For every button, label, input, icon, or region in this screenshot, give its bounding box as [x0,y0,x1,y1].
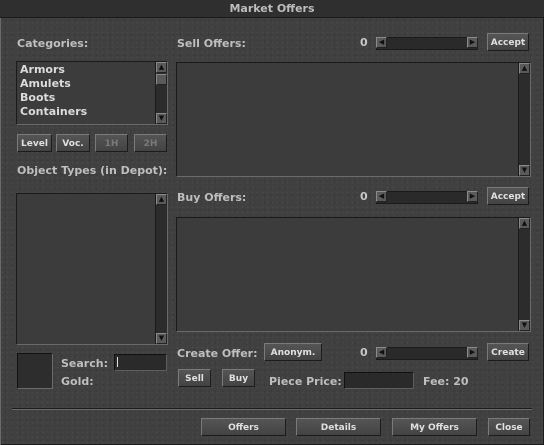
buy-offers-list[interactable]: ▲ ▼ [176,217,531,332]
selected-item-slot[interactable] [17,353,53,389]
slider-right-icon[interactable]: ▶ [467,347,478,358]
buy-amount: 0 [360,190,368,203]
slider-left-icon[interactable]: ◀ [376,347,387,358]
fee-text: Fee: 20 [423,375,469,388]
scroll-down-icon[interactable]: ▼ [519,320,530,331]
two-hand-filter-button[interactable]: 2H [134,134,167,152]
sell-amount-slider[interactable]: ◀ ▶ [376,37,478,50]
anonymous-button[interactable]: Anonym. [264,343,322,361]
search-label: Search: [61,357,108,370]
categories-list[interactable]: Armors Amulets Boots Containers ▲ ▼ [16,61,168,125]
scroll-down-icon[interactable]: ▼ [156,113,167,124]
scroll-up-icon[interactable]: ▲ [519,63,530,74]
buy-offers-label: Buy Offers: [177,191,247,204]
slider-right-icon[interactable]: ▶ [467,37,478,48]
object-types-list[interactable]: ▲ ▼ [16,193,168,345]
window-title[interactable]: Market Offers [0,0,544,18]
create-button[interactable]: Create [487,343,529,361]
category-item-boots[interactable]: Boots [20,91,55,104]
slider-left-icon[interactable]: ◀ [376,37,387,48]
level-filter-button[interactable]: Level [17,134,52,152]
category-item-containers[interactable]: Containers [20,105,87,118]
sell-offers-list[interactable]: ▲ ▼ [176,62,531,177]
buy-amount-slider[interactable]: ◀ ▶ [376,191,478,204]
categories-label: Categories: [17,37,89,50]
object-types-label: Object Types (in Depot): [17,164,168,177]
sell-offers-label: Sell Offers: [177,37,246,50]
categories-scrollbar[interactable]: ▲ ▼ [155,62,167,124]
scroll-up-icon[interactable]: ▲ [156,194,167,205]
sell-offers-scrollbar[interactable]: ▲ ▼ [518,63,530,176]
category-item-amulets[interactable]: Amulets [20,77,71,90]
my-offers-button[interactable]: My Offers [392,418,477,436]
object-types-scrollbar[interactable]: ▲ ▼ [155,194,167,344]
text-cursor [117,357,118,367]
category-item-armors[interactable]: Armors [20,63,65,76]
slider-right-icon[interactable]: ▶ [467,191,478,202]
gold-label: Gold: [61,375,94,388]
create-offer-label: Create Offer: [177,347,258,360]
scroll-up-icon[interactable]: ▲ [519,218,530,229]
scroll-thumb[interactable] [156,74,167,85]
piece-price-input[interactable] [344,372,414,389]
create-amount: 0 [360,346,368,359]
sell-amount: 0 [360,36,368,49]
scroll-up-icon[interactable]: ▲ [156,62,167,73]
create-amount-slider[interactable]: ◀ ▶ [376,347,478,360]
footer-divider [12,408,532,410]
search-input[interactable] [114,354,167,371]
scroll-down-icon[interactable]: ▼ [519,165,530,176]
offers-button[interactable]: Offers [201,418,286,436]
piece-price-label: Piece Price: [269,375,342,388]
slider-left-icon[interactable]: ◀ [376,191,387,202]
one-hand-filter-button[interactable]: 1H [95,134,128,152]
scroll-down-icon[interactable]: ▼ [156,333,167,344]
buy-button[interactable]: Buy [222,369,255,387]
vocation-filter-button[interactable]: Voc. [56,134,90,152]
sell-button[interactable]: Sell [178,369,211,387]
sell-accept-button[interactable]: Accept [487,33,529,51]
details-button[interactable]: Details [296,418,381,436]
close-button[interactable]: Close [488,418,530,436]
buy-offers-scrollbar[interactable]: ▲ ▼ [518,218,530,331]
buy-accept-button[interactable]: Accept [487,187,529,205]
market-offers-window: Market Offers Categories: Armors Amulets… [0,0,544,445]
